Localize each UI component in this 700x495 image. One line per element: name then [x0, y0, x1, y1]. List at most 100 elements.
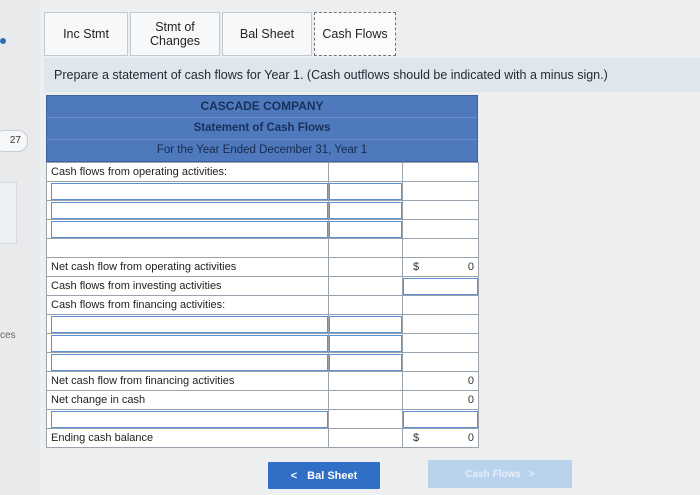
table-row	[46, 352, 479, 372]
currency-symbol: $	[413, 261, 420, 273]
financing-heading: Cash flows from financing activities:	[46, 295, 329, 315]
tab-cash-flows[interactable]: Cash Flows	[314, 12, 396, 56]
net-change-label: Net change in cash	[46, 390, 329, 410]
empty-cell	[328, 428, 403, 448]
empty-cell	[402, 162, 479, 182]
empty-cell	[402, 200, 479, 220]
prev-bal-sheet-button[interactable]: < Bal Sheet	[268, 462, 380, 489]
table-row: Net change in cash 0	[46, 390, 479, 410]
label-cell	[46, 219, 329, 239]
financing-amount-input[interactable]	[329, 315, 402, 333]
empty-cell	[328, 409, 403, 429]
label-cell	[46, 333, 329, 353]
empty-cell	[402, 333, 479, 353]
table-row	[46, 181, 479, 201]
net-change-amount: 0	[467, 394, 474, 406]
side-text: ces	[0, 330, 16, 341]
statement-period: For the Year Ended December 31, Year 1	[156, 144, 368, 156]
beginning-cash-amount-input[interactable]	[403, 410, 478, 428]
ending-cash-label: Ending cash balance	[46, 428, 329, 448]
empty-cell	[328, 238, 403, 258]
operating-amount-input[interactable]	[329, 201, 402, 219]
label-cell	[46, 181, 329, 201]
tab-label: Stmt of Changes	[149, 20, 201, 48]
amount-cell	[402, 409, 479, 429]
financing-item-input[interactable]	[51, 353, 328, 371]
tab-stmt-of-changes[interactable]: Stmt of Changes	[130, 12, 220, 56]
empty-cell	[402, 219, 479, 239]
investing-amount-input[interactable]	[403, 277, 478, 295]
statement-table: Cash flows from operating activities: Ne…	[46, 162, 479, 448]
operating-item-input[interactable]	[51, 220, 328, 238]
ending-cash-value: $ 0	[402, 428, 479, 448]
investing-label: Cash flows from investing activities	[51, 280, 222, 292]
empty-cell	[328, 162, 403, 182]
financing-amount-input[interactable]	[329, 334, 402, 352]
amount-cell	[402, 276, 479, 296]
table-row: Ending cash balance $ 0	[46, 428, 479, 448]
amount-cell	[328, 200, 403, 220]
empty-cell	[46, 238, 329, 258]
operating-item-input[interactable]	[51, 182, 328, 200]
chevron-right-icon: >	[528, 468, 535, 480]
net-operating-amount: 0	[467, 261, 474, 273]
label-cell	[46, 409, 329, 429]
label-cell	[46, 200, 329, 220]
gutter-panel	[0, 182, 17, 244]
net-financing-value: 0	[402, 371, 479, 391]
table-row	[46, 219, 479, 239]
empty-cell	[328, 295, 403, 315]
table-row	[46, 238, 479, 258]
table-row	[46, 333, 479, 353]
tab-inc-stmt[interactable]: Inc Stmt	[44, 12, 128, 56]
operating-item-input[interactable]	[51, 201, 328, 219]
next-cash-flows-button[interactable]: Cash Flows >	[428, 460, 572, 488]
financing-item-input[interactable]	[51, 334, 328, 352]
net-operating-label: Net cash flow from operating activities	[46, 257, 329, 277]
company-name: CASCADE COMPANY	[47, 96, 477, 118]
empty-cell	[402, 295, 479, 315]
indicator-dot	[0, 38, 6, 44]
empty-cell	[402, 181, 479, 201]
tab-label: Inc Stmt	[63, 27, 109, 41]
question-number[interactable]: 27	[0, 130, 28, 152]
statement-header: CASCADE COMPANY Statement of Cash Flows …	[46, 95, 478, 162]
empty-cell	[328, 371, 403, 391]
table-row	[46, 200, 479, 220]
tab-label: Bal Sheet	[239, 27, 295, 41]
currency-symbol: $	[413, 432, 420, 444]
financing-amount-input[interactable]	[329, 353, 402, 371]
operating-amount-input[interactable]	[329, 220, 402, 238]
label-cell	[46, 352, 329, 372]
amount-cell	[328, 333, 403, 353]
amount-cell	[328, 181, 403, 201]
table-row: Cash flows from operating activities:	[46, 162, 479, 182]
cash-flow-statement: CASCADE COMPANY Statement of Cash Flows …	[46, 95, 479, 448]
net-financing-amount: 0	[467, 375, 474, 387]
amount-cell	[328, 219, 403, 239]
financing-item-input[interactable]	[51, 315, 328, 333]
tab-label: Cash Flows	[322, 27, 388, 41]
empty-cell	[402, 314, 479, 334]
table-row: Cash flows from financing activities:	[46, 295, 479, 315]
beginning-cash-label-input[interactable]	[51, 410, 328, 428]
empty-cell	[328, 257, 403, 277]
net-financing-label: Net cash flow from financing activities	[46, 371, 329, 391]
operating-heading: Cash flows from operating activities:	[46, 162, 329, 182]
net-operating-value: $ 0	[402, 257, 479, 277]
table-row: Net cash flow from operating activities …	[46, 257, 479, 277]
label-cell	[46, 314, 329, 334]
left-gutter: 27 ces	[0, 0, 40, 495]
empty-cell	[328, 276, 403, 296]
next-button-label: Cash Flows	[465, 468, 521, 480]
table-row: Cash flows from investing activities	[46, 276, 479, 296]
net-change-value: 0	[402, 390, 479, 410]
table-row: Net cash flow from financing activities …	[46, 371, 479, 391]
tab-bal-sheet[interactable]: Bal Sheet	[222, 12, 312, 56]
empty-cell	[402, 352, 479, 372]
amount-cell	[328, 352, 403, 372]
operating-amount-input[interactable]	[329, 182, 402, 200]
prev-button-label: Bal Sheet	[307, 469, 358, 482]
statement-tabs: Inc Stmt Stmt of Changes Bal Sheet Cash …	[44, 12, 398, 58]
investing-label-cell: Cash flows from investing activities	[46, 276, 329, 296]
